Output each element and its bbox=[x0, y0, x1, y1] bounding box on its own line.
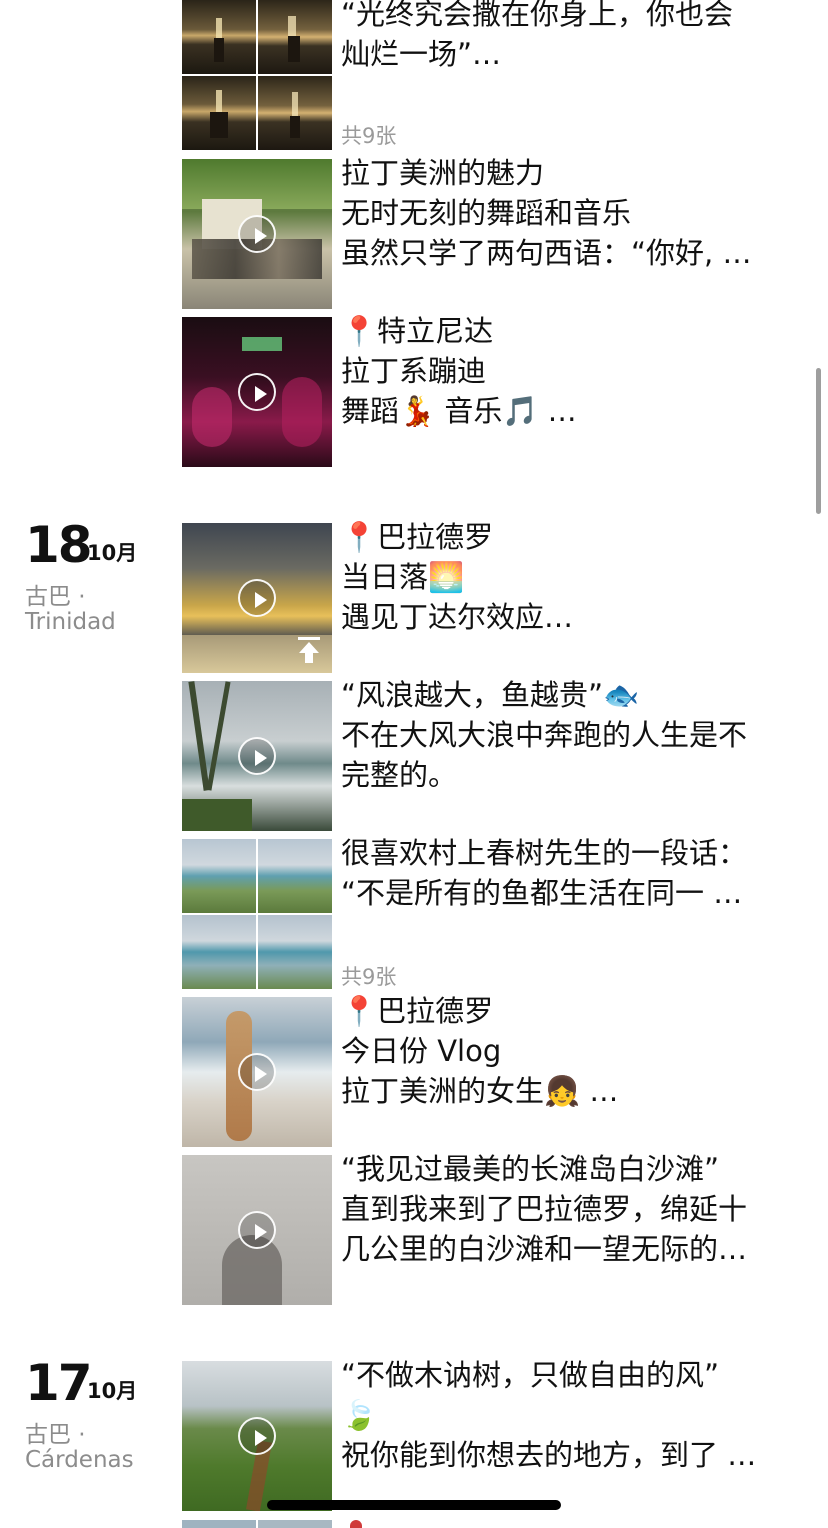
caption-line: 很喜欢村上春树先生的一段话： bbox=[341, 836, 748, 870]
caption-line: 灿烂一场”… bbox=[341, 37, 502, 71]
scroll-indicator[interactable] bbox=[816, 368, 821, 514]
location-country: 古巴 · bbox=[25, 1422, 86, 1448]
caption-line: 舞蹈💃 音乐🎵 … bbox=[341, 394, 577, 428]
play-icon[interactable] bbox=[238, 579, 276, 617]
photo-thumbnail[interactable] bbox=[182, 915, 256, 989]
photo-grid[interactable] bbox=[182, 839, 332, 989]
play-icon[interactable] bbox=[238, 1053, 276, 1091]
next-post-partial[interactable] bbox=[182, 1520, 802, 1528]
post-caption[interactable]: 📍巴拉德罗 今日份 Vlog 拉丁美洲的女生👧 … bbox=[341, 991, 801, 1111]
pin-icon bbox=[350, 1520, 362, 1528]
moment-post[interactable]: 📍特立尼达 拉丁系蹦迪 舞蹈💃 音乐🎵 … bbox=[182, 314, 802, 467]
caption-line: 拉丁系蹦迪 bbox=[341, 354, 487, 388]
caption-line: 虽然只学了两句西语：“你好, … bbox=[341, 236, 752, 270]
photo-thumbnail[interactable] bbox=[182, 839, 256, 913]
post-caption[interactable]: 很喜欢村上春树先生的一段话： “不是所有的鱼都生活在同一 … bbox=[341, 833, 801, 913]
photo-thumbnail[interactable] bbox=[258, 839, 332, 913]
location-city: Trinidad bbox=[25, 609, 116, 635]
caption-line: 📍巴拉德罗 bbox=[341, 994, 494, 1028]
caption-line: 直到我来到了巴拉德罗，绵延十 bbox=[341, 1192, 748, 1226]
post-caption[interactable]: “我见过最美的长滩岛白沙滩” 直到我来到了巴拉德罗，绵延十 几公里的白沙滩和一望… bbox=[341, 1149, 801, 1269]
video-thumbnail[interactable] bbox=[182, 1155, 332, 1305]
post-caption[interactable]: 📍特立尼达 拉丁系蹦迪 舞蹈💃 音乐🎵 … bbox=[341, 311, 801, 431]
video-thumbnail[interactable] bbox=[182, 681, 332, 831]
date-day: 18 bbox=[25, 516, 93, 574]
home-indicator[interactable] bbox=[267, 1500, 561, 1510]
photo-thumbnail[interactable] bbox=[182, 0, 256, 74]
video-thumbnail[interactable] bbox=[182, 1361, 332, 1511]
post-caption[interactable]: “风浪越大，鱼越贵”🐟 不在大风大浪中奔跑的人生是不 完整的。 bbox=[341, 675, 801, 795]
caption-line: 📍巴拉德罗 bbox=[341, 520, 494, 554]
moment-post[interactable]: 很喜欢村上春树先生的一段话： “不是所有的鱼都生活在同一 … 共9张 bbox=[182, 836, 802, 989]
photo-grid[interactable] bbox=[182, 0, 332, 150]
play-icon[interactable] bbox=[238, 1211, 276, 1249]
photo-count: 共9张 bbox=[341, 965, 397, 989]
video-thumbnail[interactable] bbox=[182, 317, 332, 467]
caption-line: 拉丁美洲的魅力 bbox=[341, 156, 545, 190]
post-caption[interactable]: “光终究会撒在你身上，你也会 灿烂一场”… bbox=[341, 0, 801, 74]
caption-line: “光终究会撒在你身上，你也会 bbox=[341, 0, 734, 31]
post-caption[interactable]: 拉丁美洲的魅力 无时无刻的舞蹈和音乐 虽然只学了两句西语：“你好, … bbox=[341, 153, 801, 273]
upload-icon[interactable] bbox=[296, 635, 322, 665]
caption-line: 拉丁美洲的女生👧 … bbox=[341, 1074, 619, 1108]
moment-post[interactable]: “我见过最美的长滩岛白沙滩” 直到我来到了巴拉德罗，绵延十 几公里的白沙滩和一望… bbox=[182, 1152, 802, 1305]
video-thumbnail[interactable] bbox=[182, 159, 332, 309]
play-icon[interactable] bbox=[238, 737, 276, 775]
caption-line: 📍特立尼达 bbox=[341, 314, 494, 348]
caption-line: 当日落🌅 bbox=[341, 560, 465, 594]
photo-thumbnail[interactable] bbox=[182, 76, 256, 150]
date-month: 10月 bbox=[87, 541, 138, 565]
play-icon[interactable] bbox=[238, 1417, 276, 1455]
caption-line: 遇见丁达尔效应… bbox=[341, 600, 574, 634]
photo-thumbnail[interactable] bbox=[182, 1520, 256, 1528]
location-city: Cárdenas bbox=[25, 1447, 134, 1473]
caption-line: 今日份 Vlog bbox=[341, 1034, 502, 1068]
photo-thumbnail[interactable] bbox=[258, 0, 332, 74]
photo-thumbnail[interactable] bbox=[258, 1520, 332, 1528]
video-thumbnail[interactable] bbox=[182, 523, 332, 673]
location-country: 古巴 · bbox=[25, 584, 86, 610]
caption-line: 🍃 bbox=[341, 1398, 378, 1432]
date-month: 10月 bbox=[87, 1379, 138, 1403]
caption-line: “风浪越大，鱼越贵”🐟 bbox=[341, 678, 640, 712]
play-icon[interactable] bbox=[238, 215, 276, 253]
caption-line: “不做木讷树，只做自由的风” bbox=[341, 1358, 720, 1392]
play-icon[interactable] bbox=[238, 373, 276, 411]
date-day: 17 bbox=[25, 1354, 93, 1412]
caption-line: 不在大风大浪中奔跑的人生是不 bbox=[341, 718, 748, 752]
caption-line: 几公里的白沙滩和一望无际的… bbox=[341, 1232, 748, 1266]
post-caption[interactable]: 📍巴拉德罗 当日落🌅 遇见丁达尔效应… bbox=[341, 517, 801, 637]
photo-count: 共9张 bbox=[341, 124, 397, 148]
post-caption[interactable]: “不做木讷树，只做自由的风” 🍃 祝你能到你想去的地方，到了 … bbox=[341, 1355, 801, 1475]
moment-post[interactable]: “不做木讷树，只做自由的风” 🍃 祝你能到你想去的地方，到了 … bbox=[182, 1358, 802, 1511]
photo-thumbnail[interactable] bbox=[258, 76, 332, 150]
moment-post[interactable]: “风浪越大，鱼越贵”🐟 不在大风大浪中奔跑的人生是不 完整的。 bbox=[182, 678, 802, 831]
caption-line: 祝你能到你想去的地方，到了 … bbox=[341, 1438, 757, 1472]
caption-line: 完整的。 bbox=[341, 758, 458, 792]
video-thumbnail[interactable] bbox=[182, 997, 332, 1147]
caption-line: 无时无刻的舞蹈和音乐 bbox=[341, 196, 632, 230]
moment-post[interactable]: 拉丁美洲的魅力 无时无刻的舞蹈和音乐 虽然只学了两句西语：“你好, … bbox=[182, 156, 802, 309]
caption-line: “不是所有的鱼都生活在同一 … bbox=[341, 876, 743, 910]
moment-post[interactable]: 📍巴拉德罗 当日落🌅 遇见丁达尔效应… bbox=[182, 520, 802, 673]
moment-post[interactable]: “光终究会撒在你身上，你也会 灿烂一场”… 共9张 bbox=[182, 0, 802, 150]
photo-thumbnail[interactable] bbox=[258, 915, 332, 989]
moment-post[interactable]: 📍巴拉德罗 今日份 Vlog 拉丁美洲的女生👧 … bbox=[182, 994, 802, 1147]
caption-line: “我见过最美的长滩岛白沙滩” bbox=[341, 1152, 720, 1186]
